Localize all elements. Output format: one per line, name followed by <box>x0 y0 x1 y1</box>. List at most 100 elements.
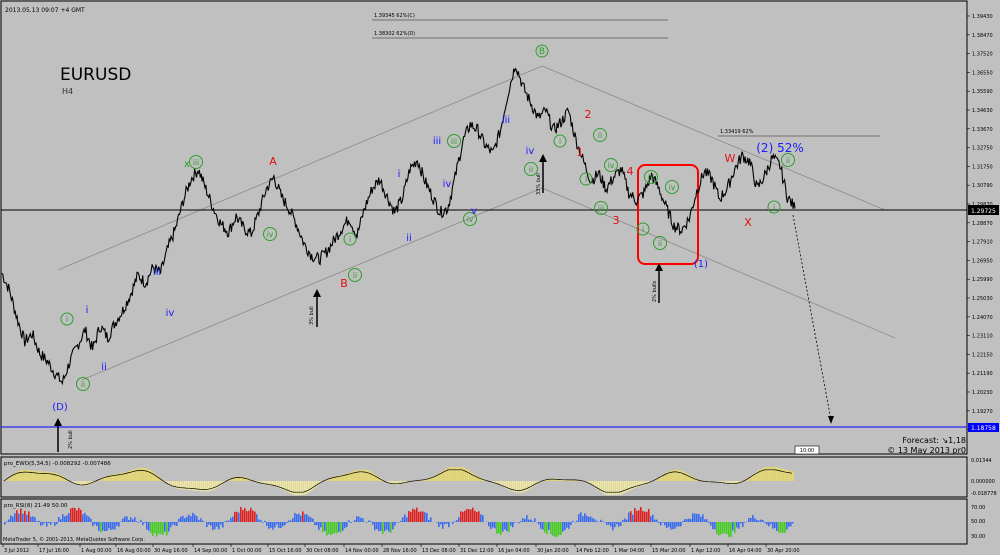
ewo-bar <box>204 481 206 492</box>
rsi-bar <box>284 522 286 526</box>
rsi-bar <box>36 521 38 522</box>
ewo-bar <box>608 481 610 495</box>
rsi-bar <box>94 522 96 525</box>
rsi-bar <box>538 522 540 525</box>
ewo-bar <box>144 467 146 481</box>
rsi-bar <box>222 522 224 528</box>
rsi-bar <box>430 517 432 522</box>
price-tick-label: 1.25030 <box>972 296 993 302</box>
rsi-bar <box>692 513 694 522</box>
price-axis[interactable]: 1.39430 1.38470 1.37520 1.36550 1.35590 1.346… <box>967 14 993 434</box>
rsi-bar <box>564 522 566 531</box>
ewo-top-value: 0.01344 <box>971 458 992 464</box>
rsi-bar <box>200 518 202 522</box>
rsi-bar <box>80 509 82 522</box>
rsi-bar <box>66 515 68 522</box>
rsi-bar <box>400 520 402 522</box>
wave-label: iii <box>433 136 441 147</box>
rsi-bar <box>498 522 500 534</box>
rsi-bar <box>446 522 448 524</box>
wave-label: W <box>725 152 736 165</box>
ewo-axis-0: 0.000000 <box>971 479 995 485</box>
rsi-bar <box>174 522 176 526</box>
rsi-bar <box>716 522 718 534</box>
rsi-bar <box>180 516 182 522</box>
rsi-bar <box>770 522 772 525</box>
rsi-bar <box>114 522 116 530</box>
rsi-bar <box>372 522 374 525</box>
rsi-bar <box>116 522 118 526</box>
time-axis[interactable]: 3 Jul 2012 17 Jul 16:00 1 Aug 00:00 16 Aug … <box>2 544 800 554</box>
wave-label: 2 <box>585 108 592 121</box>
ewo-bar <box>688 474 690 481</box>
rsi-bar <box>318 522 320 530</box>
rsi-bar <box>310 517 312 522</box>
rsi-bar <box>320 522 322 528</box>
rsi-bar <box>424 512 426 522</box>
rsi-bar <box>202 520 204 522</box>
rsi-bar <box>436 522 438 523</box>
ewo-bar <box>462 467 464 481</box>
wave-label: ii <box>786 156 790 165</box>
rsi-bar <box>690 518 692 522</box>
rsi-bar <box>698 513 700 522</box>
rsi-bar <box>148 522 150 531</box>
ewo-bar <box>620 481 622 495</box>
time-tick-label: 1 Apr 12:00 <box>691 548 720 554</box>
ewo-bar <box>450 467 452 481</box>
rsi-bar <box>144 522 146 523</box>
ewo-bar <box>518 481 520 493</box>
ewo-bar <box>362 469 364 481</box>
wave-label: ii <box>529 165 533 174</box>
ewo-bar <box>516 481 518 493</box>
rsi-bar <box>534 518 536 522</box>
ewo-bar <box>776 467 778 481</box>
rsi-bar <box>742 522 744 528</box>
wave-label: iii <box>648 173 654 182</box>
rsi-bar <box>48 522 50 524</box>
rsi-bar <box>418 511 420 522</box>
rsi-bar <box>62 514 64 522</box>
ewo-bar <box>364 469 366 481</box>
ewo-bar <box>314 481 316 489</box>
rsi-bar <box>134 517 136 522</box>
rsi-bar <box>132 519 134 522</box>
rsi-bar <box>414 509 416 522</box>
rsi-bar <box>346 522 348 528</box>
rsi-bar <box>594 519 596 522</box>
rsi-bar <box>696 513 698 522</box>
rsi-bar <box>480 514 482 522</box>
rsi-bar <box>508 522 510 533</box>
rsi-bar <box>540 522 542 529</box>
wave-label: (1) <box>694 259 708 270</box>
ewo-bar <box>202 481 204 492</box>
chart-canvas[interactable]: 2% bull 3% bull 33% bull 2% bulls (D)iii… <box>0 0 1000 555</box>
ewo-bar <box>524 481 526 492</box>
rsi-bar <box>212 522 214 531</box>
metatrader-window: 2% bull 3% bull 33% bull 2% bulls (D) i ii… <box>0 0 1000 555</box>
rsi-bar <box>530 519 532 522</box>
rsi-bar <box>162 522 164 535</box>
rsi-bar <box>126 516 128 522</box>
rsi-bar <box>314 522 316 526</box>
arrow-note-2: 3% bull <box>309 306 315 325</box>
wave-label: iii <box>193 158 199 167</box>
rsi-bar <box>616 522 618 525</box>
time-tick-label: 3 Jul 2012 <box>4 548 29 554</box>
ewo-bar <box>296 481 298 495</box>
ewo-bar <box>624 481 626 493</box>
rsi-bar <box>460 511 462 522</box>
rsi-bar <box>506 522 508 532</box>
fib-label-c: 1.39345 62%(C) <box>374 13 415 19</box>
rsi-bar <box>520 521 522 522</box>
rsi-bar <box>452 522 454 524</box>
ewo-bar <box>196 481 198 491</box>
rsi-bar <box>300 515 302 522</box>
ewo-bar <box>792 471 794 481</box>
wave-label: i <box>66 315 68 324</box>
price-tick-label: 1.28870 <box>972 221 993 227</box>
ewo-bar <box>22 470 24 481</box>
time-tick-label: 30 Apr 20:00 <box>767 548 800 554</box>
rsi-bar <box>234 511 236 522</box>
wave-label: iv <box>608 161 615 170</box>
